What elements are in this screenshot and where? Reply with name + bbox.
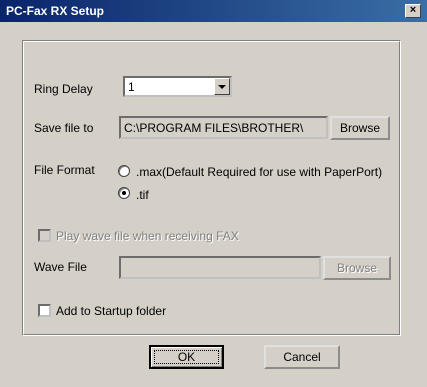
- play-wave-label: Play wave file when receiving FAX: [56, 229, 239, 243]
- format-tif-label[interactable]: .tif: [136, 188, 149, 202]
- save-file-label: Save file to: [34, 121, 94, 135]
- title-bar: PC-Fax RX Setup ×: [0, 0, 427, 22]
- save-browse-button[interactable]: Browse: [330, 116, 390, 140]
- save-path-field[interactable]: C:\PROGRAM FILES\BROTHER\: [119, 116, 328, 139]
- wave-file-label: Wave File: [34, 260, 87, 274]
- file-format-label: File Format: [34, 163, 95, 177]
- close-button[interactable]: ×: [405, 4, 421, 18]
- format-max-label[interactable]: .max(Default Required for use with Paper…: [136, 165, 382, 179]
- ring-delay-label: Ring Delay: [34, 82, 93, 96]
- ring-delay-select[interactable]: 1: [123, 76, 232, 97]
- close-icon: ×: [409, 4, 417, 16]
- wave-browse-button[interactable]: Browse: [323, 256, 391, 280]
- save-path-value: C:\PROGRAM FILES\BROTHER\: [124, 121, 304, 135]
- play-wave-checkbox[interactable]: [38, 229, 51, 242]
- window-title: PC-Fax RX Setup: [6, 4, 105, 18]
- ok-button[interactable]: OK: [149, 345, 224, 369]
- format-tif-radio[interactable]: [118, 187, 130, 199]
- wave-file-field[interactable]: [119, 256, 321, 279]
- startup-checkbox[interactable]: [38, 304, 51, 317]
- chevron-down-icon[interactable]: [214, 78, 230, 95]
- startup-label: Add to Startup folder: [56, 304, 167, 318]
- ring-delay-value: 1: [128, 80, 135, 94]
- focus-ring: [154, 350, 219, 364]
- format-max-radio[interactable]: [118, 165, 130, 177]
- cancel-button[interactable]: Cancel: [264, 345, 340, 369]
